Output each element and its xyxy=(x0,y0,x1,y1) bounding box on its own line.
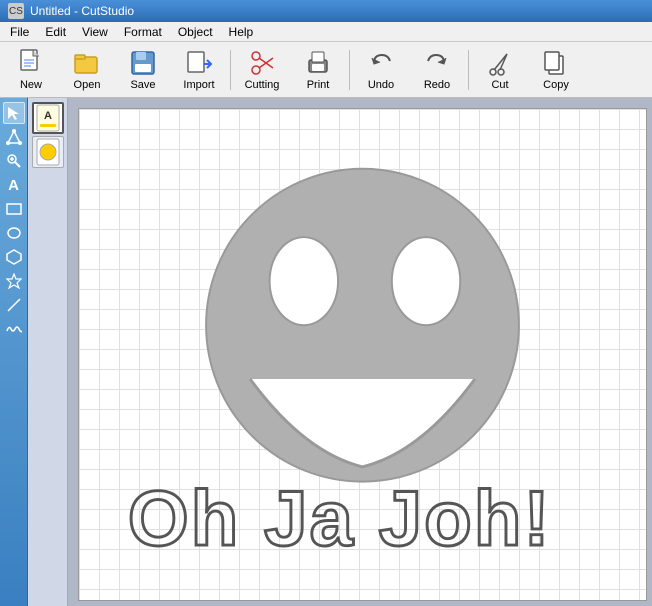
smiley-group xyxy=(206,169,519,482)
cut-icon xyxy=(486,49,514,77)
copy-icon xyxy=(542,49,570,77)
menu-help[interactable]: Help xyxy=(221,23,262,41)
print-icon xyxy=(304,49,332,77)
cut-button[interactable]: Cut xyxy=(473,45,527,95)
wave-tool-button[interactable] xyxy=(3,318,25,340)
toolbox: A xyxy=(0,98,28,606)
polygon-tool-button[interactable] xyxy=(3,246,25,268)
rect-tool-button[interactable] xyxy=(3,198,25,220)
window-title: Untitled - CutStudio xyxy=(30,4,134,18)
print-button[interactable]: Print xyxy=(291,45,345,95)
open-button[interactable]: Open xyxy=(60,45,114,95)
cutting-button[interactable]: Cutting xyxy=(235,45,289,95)
canvas-svg: Oh Ja Joh! xyxy=(79,109,646,600)
new-icon xyxy=(17,49,45,77)
canvas-area[interactable]: Oh Ja Joh! xyxy=(68,98,652,606)
undo-icon xyxy=(367,49,395,77)
app-icon: CS xyxy=(8,3,24,19)
text-group: Oh Ja Joh! xyxy=(128,474,552,562)
svg-text:Oh Ja Joh!: Oh Ja Joh! xyxy=(128,474,552,562)
redo-icon xyxy=(423,49,451,77)
separator-3 xyxy=(468,50,469,90)
menu-file[interactable]: File xyxy=(2,23,37,41)
menu-view[interactable]: View xyxy=(74,23,116,41)
text-tool-button[interactable]: A xyxy=(3,174,25,196)
line-tool-button[interactable] xyxy=(3,294,25,316)
new-button[interactable]: New xyxy=(4,45,58,95)
side-item-shape[interactable] xyxy=(32,136,64,168)
title-bar: CS Untitled - CutStudio xyxy=(0,0,652,22)
copy-button[interactable]: Copy xyxy=(529,45,583,95)
save-icon xyxy=(129,49,157,77)
open-icon xyxy=(73,49,101,77)
menu-object[interactable]: Object xyxy=(170,23,221,41)
main-area: A xyxy=(0,98,652,606)
import-button[interactable]: Import xyxy=(172,45,226,95)
redo-button[interactable]: Redo xyxy=(410,45,464,95)
side-panel: A xyxy=(28,98,68,606)
menu-bar: File Edit View Format Object Help xyxy=(0,22,652,42)
menu-edit[interactable]: Edit xyxy=(37,23,74,41)
svg-text:A: A xyxy=(44,110,52,122)
undo-button[interactable]: Undo xyxy=(354,45,408,95)
canvas-paper: Oh Ja Joh! xyxy=(78,108,647,601)
menu-format[interactable]: Format xyxy=(116,23,170,41)
separator-2 xyxy=(349,50,350,90)
import-icon xyxy=(185,49,213,77)
separator-1 xyxy=(230,50,231,90)
star-tool-button[interactable] xyxy=(3,270,25,292)
zoom-tool-button[interactable] xyxy=(3,150,25,172)
ellipse-tool-button[interactable] xyxy=(3,222,25,244)
side-item-text[interactable]: A xyxy=(32,102,64,134)
node-tool-button[interactable] xyxy=(3,126,25,148)
save-button[interactable]: Save xyxy=(116,45,170,95)
cutting-icon xyxy=(248,49,276,77)
select-tool-button[interactable] xyxy=(3,102,25,124)
toolbar: New Open Save Import xyxy=(0,42,652,98)
